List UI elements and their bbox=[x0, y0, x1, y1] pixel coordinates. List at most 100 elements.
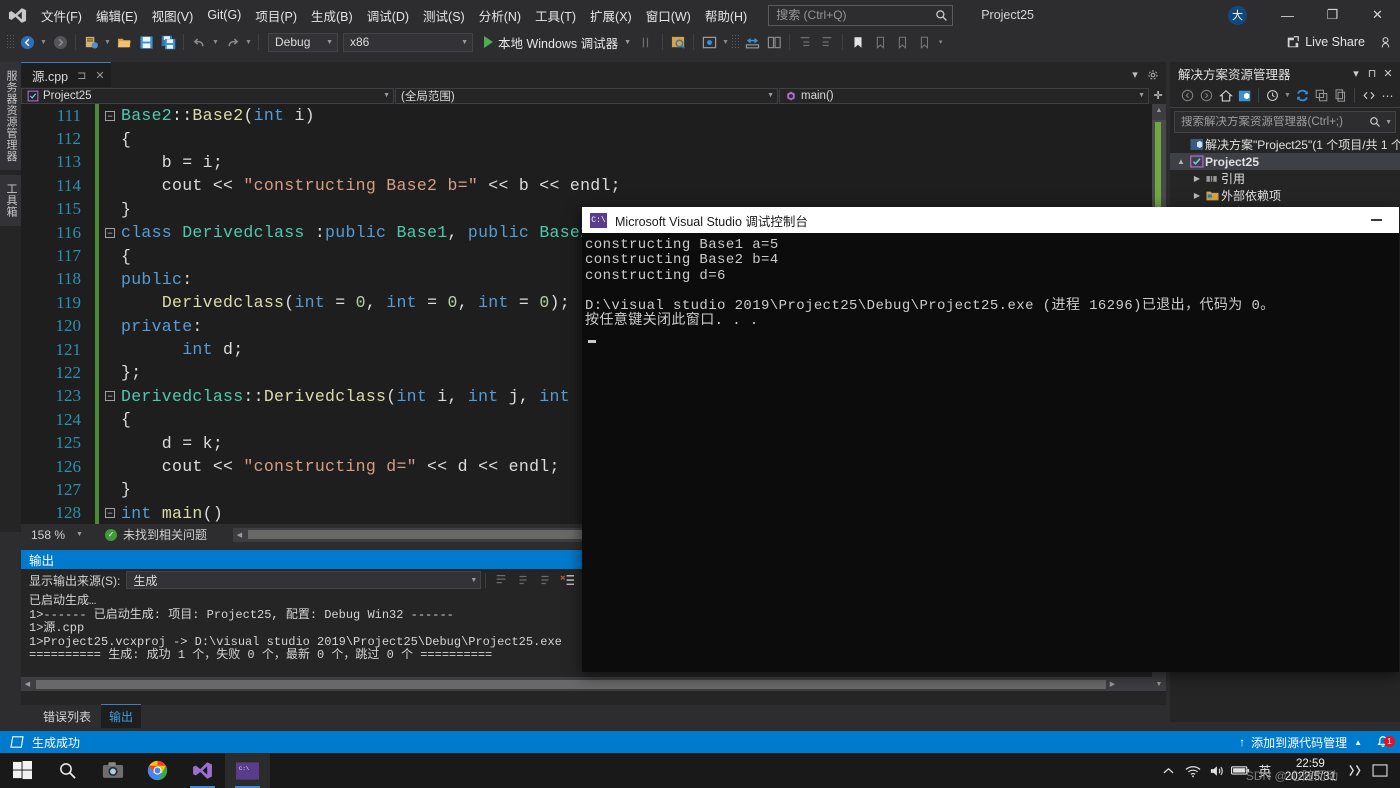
scroll-left-icon[interactable]: ◀ bbox=[21, 677, 34, 691]
undo-icon[interactable] bbox=[188, 31, 210, 53]
split-window-icon[interactable] bbox=[763, 31, 785, 53]
redo-dropdown-icon[interactable]: ▼ bbox=[243, 31, 254, 53]
clear-bookmarks-icon[interactable] bbox=[913, 31, 935, 53]
console-minimize-button[interactable] bbox=[1353, 207, 1399, 233]
nav-backward-icon[interactable] bbox=[1178, 85, 1197, 107]
new-window-icon[interactable] bbox=[741, 31, 763, 53]
menu-build[interactable]: 生成(B) bbox=[304, 0, 360, 30]
nav-scope-combo[interactable]: (全局范围) ▼ bbox=[395, 87, 779, 104]
sidebar-tab-toolbox[interactable]: 工具箱 bbox=[0, 175, 22, 226]
menu-analyze[interactable]: 分析(N) bbox=[472, 0, 528, 30]
notifications-button[interactable]: 1 bbox=[1372, 735, 1395, 749]
attach-process-icon[interactable] bbox=[667, 31, 689, 53]
solution-configuration-combo[interactable]: Debug ▼ bbox=[268, 32, 338, 52]
menu-git[interactable]: Git(G) bbox=[200, 0, 248, 30]
menu-view[interactable]: 视图(V) bbox=[145, 0, 201, 30]
indent-icon[interactable] bbox=[794, 31, 816, 53]
nav-member-combo[interactable]: main() ▼ bbox=[779, 87, 1150, 104]
open-file-icon[interactable] bbox=[113, 31, 135, 53]
menu-tools[interactable]: 工具(T) bbox=[528, 0, 583, 30]
split-view-handle-icon[interactable]: ✛ bbox=[1150, 89, 1166, 102]
live-share-button[interactable]: Live Share bbox=[1286, 35, 1400, 49]
tab-list-chevron-icon[interactable]: ▾ bbox=[1126, 62, 1144, 87]
toolbar-overflow-icon[interactable]: ⋯ bbox=[1378, 85, 1397, 107]
fold-toggle-icon[interactable]: − bbox=[99, 227, 121, 238]
fold-box[interactable]: − bbox=[105, 110, 115, 121]
document-tab-source-cpp[interactable]: 源.cpp ⊐ ✕ bbox=[21, 62, 111, 87]
solution-search-input[interactable] bbox=[1181, 116, 1370, 128]
start-debugging-button[interactable]: 本地 Windows 调试器 ▼ bbox=[479, 31, 636, 53]
add-to-source-control-button[interactable]: ↑ 添加到源代码管理 ▲ bbox=[1239, 734, 1362, 751]
save-icon[interactable] bbox=[135, 31, 157, 53]
solution-tree-item[interactable]: ▶ 外部依赖项 bbox=[1170, 187, 1400, 204]
menu-help[interactable]: 帮助(H) bbox=[698, 0, 754, 30]
solution-tree-item[interactable]: ▲ Project25 bbox=[1170, 153, 1400, 170]
camera-icon[interactable] bbox=[90, 753, 135, 788]
feedback-icon[interactable] bbox=[1379, 36, 1392, 49]
volume-icon[interactable] bbox=[1205, 764, 1229, 778]
toolbar-grip-2[interactable] bbox=[731, 34, 742, 50]
solution-explorer-search[interactable]: ▼ bbox=[1174, 111, 1396, 133]
preview-changes-icon[interactable] bbox=[698, 31, 720, 53]
start-icon[interactable] bbox=[0, 753, 45, 788]
save-all-icon[interactable] bbox=[157, 31, 179, 53]
visual-studio-icon[interactable] bbox=[180, 753, 225, 788]
global-search-box[interactable] bbox=[768, 4, 954, 26]
search-input[interactable] bbox=[776, 8, 936, 22]
panel-menu-chevron-icon[interactable]: ▾ bbox=[1348, 62, 1364, 84]
tab-output[interactable]: 输出 bbox=[101, 704, 142, 728]
restore-button[interactable]: ❐ bbox=[1310, 0, 1355, 30]
code-line[interactable]: 113 b = i; bbox=[21, 150, 1152, 175]
scroll-right-icon[interactable]: ▶ bbox=[1106, 677, 1119, 691]
fold-toggle-icon[interactable]: − bbox=[99, 508, 121, 519]
fold-box[interactable]: − bbox=[105, 227, 115, 238]
tree-expander-icon[interactable]: ▶ bbox=[1190, 174, 1204, 183]
view-code-icon[interactable] bbox=[1359, 85, 1378, 107]
console-output-area[interactable]: constructing Base1 a=5 constructing Base2… bbox=[582, 233, 1399, 343]
pin-icon[interactable]: ⊐ bbox=[77, 69, 86, 82]
menu-edit[interactable]: 编辑(E) bbox=[89, 0, 145, 30]
menu-test[interactable]: 测试(S) bbox=[416, 0, 472, 30]
show-desktop-icon[interactable] bbox=[1368, 764, 1392, 777]
fold-box[interactable]: − bbox=[105, 508, 115, 519]
hot-reload-icon[interactable] bbox=[636, 31, 658, 53]
navigate-back-dropdown-icon[interactable]: ▼ bbox=[38, 31, 49, 53]
output-source-combo[interactable]: 生成 ▼ bbox=[126, 571, 482, 589]
account-avatar[interactable]: 大 bbox=[1228, 5, 1247, 25]
preview-dropdown-icon[interactable]: ▼ bbox=[720, 31, 731, 53]
toggle-bookmark-icon[interactable] bbox=[847, 31, 869, 53]
output-horizontal-scrollbar[interactable]: ◀ ▶ bbox=[21, 677, 1152, 691]
solution-explorer-view-icon[interactable] bbox=[1235, 85, 1254, 107]
tab-error-list[interactable]: 错误列表 bbox=[35, 705, 99, 728]
chevron-up-icon[interactable] bbox=[1157, 767, 1181, 775]
refresh-icon[interactable] bbox=[1293, 85, 1312, 107]
debug-console-window[interactable]: C:\ Microsoft Visual Studio 调试控制台 constr… bbox=[582, 207, 1399, 672]
collapse-all-icon[interactable] bbox=[1312, 85, 1331, 107]
go-to-next-icon[interactable] bbox=[534, 569, 556, 591]
scroll-down-icon[interactable]: ▼ bbox=[1152, 678, 1166, 691]
find-message-icon[interactable] bbox=[490, 569, 512, 591]
menu-project[interactable]: 项目(P) bbox=[248, 0, 304, 30]
fold-toggle-icon[interactable]: − bbox=[99, 391, 121, 402]
action-center-icon[interactable] bbox=[1344, 764, 1368, 777]
document-settings-icon[interactable] bbox=[1144, 62, 1162, 87]
pin-icon[interactable]: ⊓ bbox=[1364, 62, 1380, 84]
tree-expander-icon[interactable]: ▶ bbox=[1190, 191, 1204, 200]
code-line[interactable]: 112 { bbox=[21, 127, 1152, 151]
toolbar-overflow-icon[interactable]: ▾ bbox=[935, 31, 946, 53]
code-line[interactable]: 114 cout << "constructing Base2 b=" << b… bbox=[21, 174, 1152, 198]
console-title-bar[interactable]: C:\ Microsoft Visual Studio 调试控制台 bbox=[582, 207, 1399, 233]
sidebar-tab-server-explorer[interactable]: 服务器资源管理器 bbox=[0, 62, 22, 170]
navigate-forward-icon[interactable] bbox=[49, 31, 71, 53]
next-bookmark-icon[interactable] bbox=[891, 31, 913, 53]
menu-window[interactable]: 窗口(W) bbox=[639, 0, 698, 30]
console-icon[interactable]: C:\ bbox=[225, 753, 270, 788]
solution-tree-item[interactable]: ▶ 引用 bbox=[1170, 170, 1400, 187]
redo-icon[interactable] bbox=[221, 31, 243, 53]
menu-debug[interactable]: 调试(D) bbox=[360, 0, 416, 30]
go-to-previous-icon[interactable] bbox=[512, 569, 534, 591]
search-icon[interactable] bbox=[45, 753, 90, 788]
search-options-chevron-icon[interactable]: ▼ bbox=[1385, 119, 1392, 126]
close-button[interactable]: ✕ bbox=[1355, 0, 1400, 30]
close-icon[interactable]: ✕ bbox=[1380, 62, 1396, 84]
